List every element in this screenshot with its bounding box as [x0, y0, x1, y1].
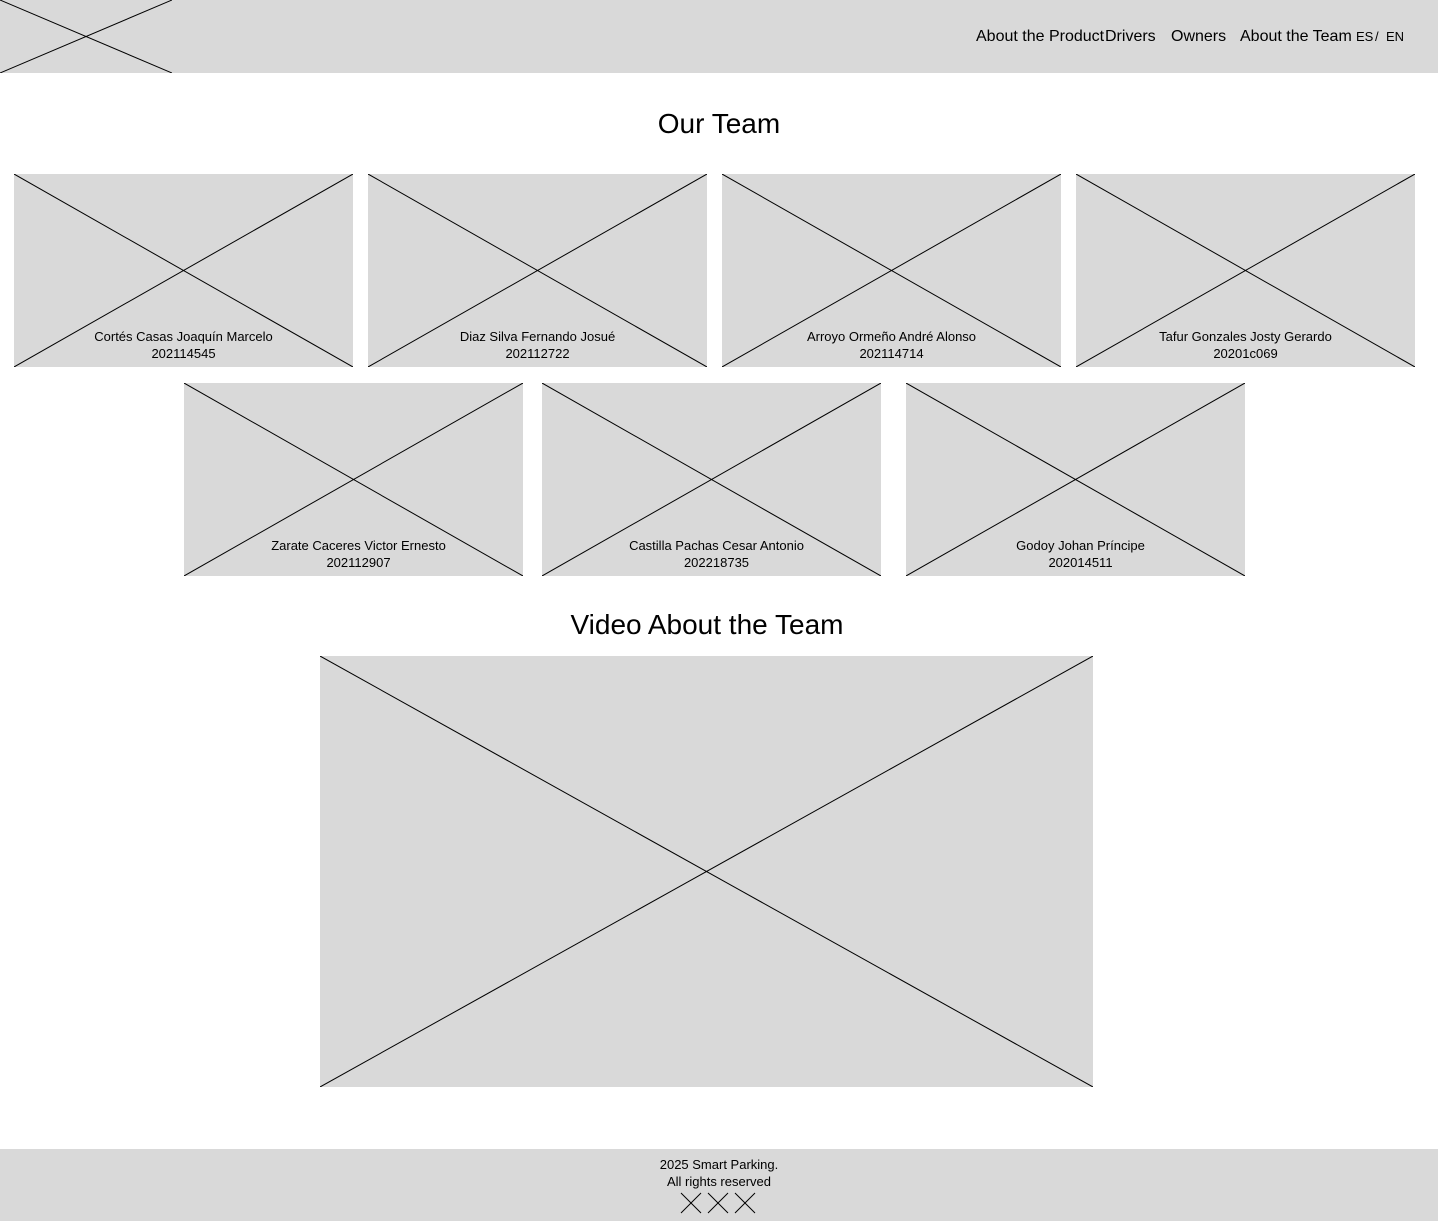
nav-link-drivers[interactable]: Drivers	[1105, 29, 1156, 45]
team-member-caption: Diaz Silva Fernando Josué 202112722	[368, 328, 707, 362]
language-en-link[interactable]: EN	[1386, 29, 1404, 45]
team-member-name: Cortés Casas Joaquín Marcelo	[94, 329, 273, 344]
team-member-card: Godoy Johan Príncipe 202014511	[906, 383, 1245, 576]
footer: 2025 Smart Parking. All rights reserved	[0, 1149, 1438, 1221]
team-member-caption: Zarate Caceres Victor Ernesto 202112907	[189, 537, 523, 571]
footer-rights: All rights reserved	[666, 1174, 772, 1189]
team-member-caption: Godoy Johan Príncipe 202014511	[911, 537, 1245, 571]
team-member-name: Diaz Silva Fernando Josué	[459, 329, 616, 344]
team-member-name: Arroyo Ormeño André Alonso	[806, 329, 977, 344]
team-member-card: Zarate Caceres Victor Ernesto 202112907	[184, 383, 523, 576]
team-member-code: 202112907	[326, 555, 391, 570]
team-member-caption: Arroyo Ormeño André Alonso 202114714	[722, 328, 1061, 362]
team-member-name: Godoy Johan Príncipe	[1016, 538, 1145, 553]
team-member-code: 202218735	[683, 555, 750, 570]
nav-link-about-team[interactable]: About the Team	[1240, 29, 1352, 45]
social-icon[interactable]	[680, 1192, 702, 1214]
team-member-code: 202112722	[505, 346, 570, 361]
team-member-name: Tafur Gonzales Josty Gerardo	[1159, 329, 1332, 344]
video-placeholder-icon[interactable]	[320, 656, 1093, 1087]
nav-link-owners[interactable]: Owners	[1171, 29, 1226, 45]
language-separator: /	[1375, 29, 1379, 44]
team-member-code: 20201c069	[1213, 346, 1278, 361]
social-icon[interactable]	[734, 1192, 756, 1214]
team-member-code: 202114714	[859, 346, 924, 361]
team-member-name: Castilla Pachas Cesar Antonio	[629, 538, 804, 553]
video-section-title: Video About the Team	[570, 609, 844, 640]
nav-link-about-product[interactable]: About the Product	[976, 29, 1104, 45]
team-member-caption: Tafur Gonzales Josty Gerardo 20201c069	[1076, 328, 1415, 362]
team-member-card: Cortés Casas Joaquín Marcelo 202114545	[14, 174, 353, 367]
team-member-card: Tafur Gonzales Josty Gerardo 20201c069	[1076, 174, 1415, 367]
team-member-code: 202014511	[1048, 555, 1113, 570]
team-section-title: Our Team	[657, 108, 781, 139]
header: About the Product Drivers Owners About t…	[0, 0, 1438, 73]
team-member-name: Zarate Caceres Victor Ernesto	[271, 538, 446, 553]
team-member-caption: Cortés Casas Joaquín Marcelo 202114545	[14, 328, 353, 362]
team-member-card: Arroyo Ormeño André Alonso 202114714	[722, 174, 1061, 367]
team-member-card: Castilla Pachas Cesar Antonio 202218735	[542, 383, 881, 576]
language-es-link[interactable]: ES	[1356, 29, 1373, 45]
footer-copyright: 2025 Smart Parking.	[659, 1157, 779, 1172]
logo-placeholder-icon[interactable]	[0, 0, 172, 73]
team-member-caption: Castilla Pachas Cesar Antonio 202218735	[547, 537, 881, 571]
team-member-code: 202114545	[151, 346, 216, 361]
team-member-card: Diaz Silva Fernando Josué 202112722	[368, 174, 707, 367]
social-icon[interactable]	[707, 1192, 729, 1214]
